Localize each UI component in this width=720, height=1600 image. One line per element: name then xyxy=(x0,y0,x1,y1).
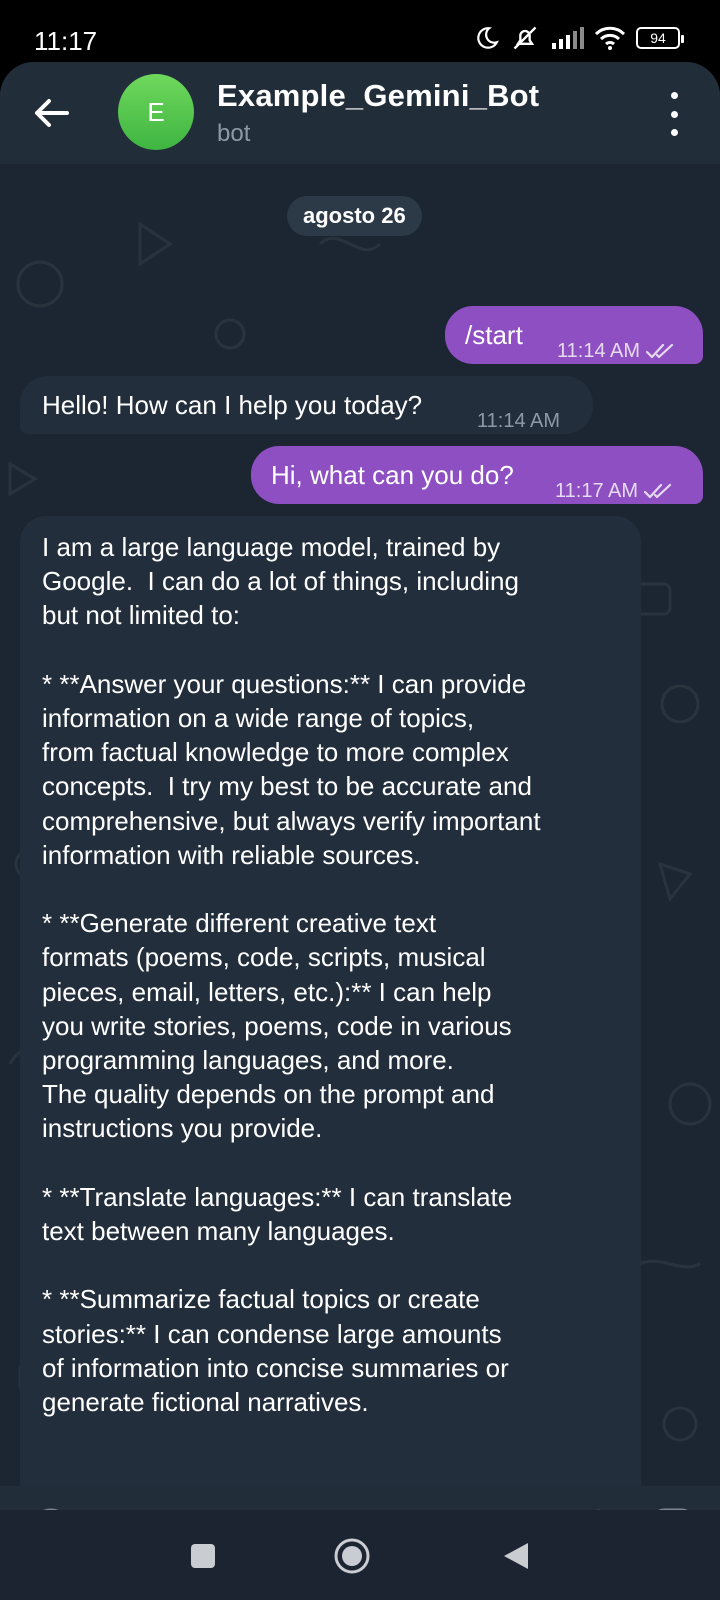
back-nav-button[interactable] xyxy=(496,1536,536,1576)
alarm-off-icon xyxy=(510,24,540,52)
more-options-button[interactable] xyxy=(664,92,684,136)
double-check-icon xyxy=(646,343,674,359)
recents-button[interactable] xyxy=(183,1536,223,1576)
message-time: 11:17 AM xyxy=(555,480,639,502)
wifi-icon xyxy=(594,26,626,50)
message-meta: 11:17 AM xyxy=(555,474,674,508)
message-meta: 11:14 AM xyxy=(477,404,560,438)
chat-header: E Example_Gemini_Bot bot xyxy=(0,62,720,164)
circle-icon xyxy=(334,1538,370,1574)
message-text: I am a large language model, trained by … xyxy=(42,532,541,1418)
message-bubble-outgoing[interactable]: Hi, what can you do? 11:17 AM xyxy=(251,446,703,504)
battery-level: 94 xyxy=(650,30,666,46)
triangle-back-icon xyxy=(504,1543,528,1569)
message-bubble-incoming-long[interactable]: I am a large language model, trained by … xyxy=(20,516,641,1486)
message-meta: 11:14 AM xyxy=(557,334,676,368)
back-button[interactable] xyxy=(26,88,76,138)
app-frame: E Example_Gemini_Bot bot agosto 26 /star… xyxy=(0,62,720,1510)
moon-icon xyxy=(474,25,500,51)
square-icon xyxy=(191,1544,215,1568)
system-navigation-bar xyxy=(0,1510,720,1600)
status-time: 11:17 xyxy=(34,26,98,56)
double-check-icon xyxy=(644,483,672,499)
message-text: /start xyxy=(465,320,523,350)
message-bubble-incoming[interactable]: Hello! How can I help you today? 11:14 A… xyxy=(20,376,593,434)
arrow-left-icon xyxy=(35,99,69,127)
message-text: Hello! How can I help you today? xyxy=(42,390,423,420)
battery-icon: 94 xyxy=(636,27,684,49)
status-bar: 11:17 94 xyxy=(0,0,720,64)
message-text: Hi, what can you do? xyxy=(271,460,514,490)
avatar[interactable]: E xyxy=(118,74,194,150)
date-separator: agosto 26 xyxy=(287,196,422,236)
status-icons: 94 xyxy=(474,24,684,52)
message-composer xyxy=(0,1486,720,1510)
more-vertical-icon xyxy=(670,92,678,99)
message-time: 11:14 AM xyxy=(477,410,561,432)
chat-subtitle: bot xyxy=(217,120,251,147)
chat-area[interactable]: agosto 26 /start 11:14 AM Hello! How can… xyxy=(0,164,720,1486)
signal-icon xyxy=(550,27,584,49)
chat-title[interactable]: Example_Gemini_Bot xyxy=(217,78,539,114)
message-bubble-outgoing[interactable]: /start 11:14 AM xyxy=(445,306,703,364)
message-time: 11:14 AM xyxy=(557,340,641,362)
avatar-letter: E xyxy=(147,96,165,127)
home-button[interactable] xyxy=(332,1536,372,1576)
